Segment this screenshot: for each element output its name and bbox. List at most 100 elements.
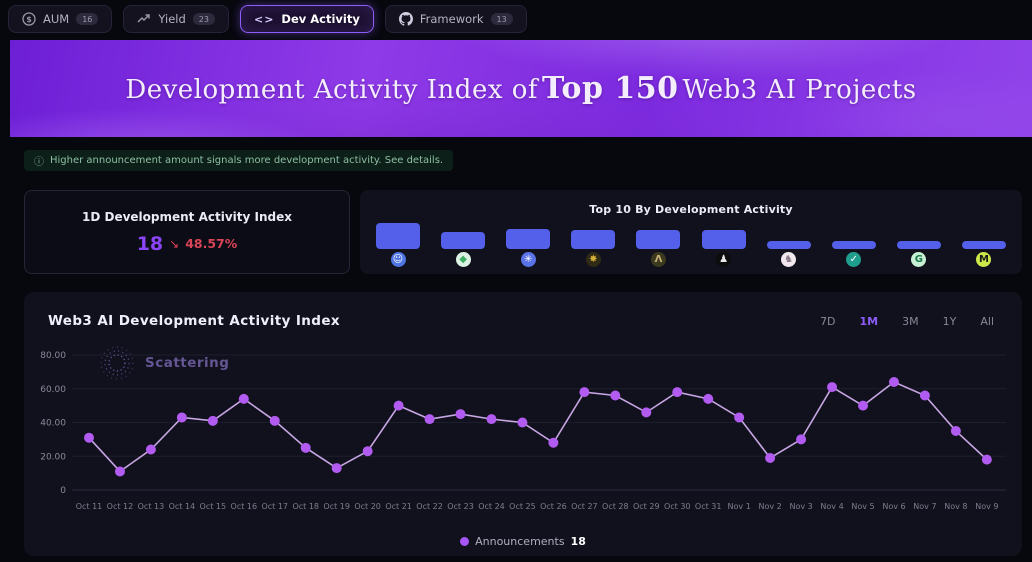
x-axis-label: Oct 15 — [200, 502, 227, 511]
data-point[interactable] — [920, 391, 930, 401]
data-point[interactable] — [84, 433, 94, 443]
x-axis-label: Oct 29 — [633, 502, 660, 511]
x-axis-label: Oct 31 — [695, 502, 722, 511]
x-axis-label: Oct 27 — [571, 502, 598, 511]
token-7-icon: ♞ — [781, 252, 796, 267]
tab-count-badge: 13 — [491, 13, 513, 25]
data-point[interactable] — [610, 391, 620, 401]
hero-banner: Development Activity Index ofTop 150Web3… — [10, 40, 1032, 137]
activity-bar — [571, 230, 615, 249]
tab-label: AUM — [43, 12, 69, 26]
data-point[interactable] — [363, 446, 373, 456]
x-axis-label: Oct 18 — [292, 502, 319, 511]
top10-title: Top 10 By Development Activity — [360, 203, 1022, 216]
x-axis-label: Oct 25 — [509, 502, 536, 511]
x-axis-label: Oct 19 — [323, 502, 350, 511]
y-axis-label: 60.00 — [40, 385, 66, 395]
data-point[interactable] — [548, 438, 558, 448]
data-point[interactable] — [951, 426, 961, 436]
x-axis-label: Oct 22 — [416, 502, 443, 511]
token-3-icon: ✳ — [521, 252, 536, 267]
data-point[interactable] — [208, 416, 218, 426]
token-4-icon: ✸ — [586, 252, 601, 267]
data-point[interactable] — [301, 443, 311, 453]
data-point[interactable] — [486, 414, 496, 424]
x-axis-label: Oct 30 — [664, 502, 691, 511]
dollar-coin-icon: $ — [22, 12, 36, 26]
data-point[interactable] — [889, 377, 899, 387]
data-point[interactable] — [641, 407, 651, 417]
activity-bar — [897, 241, 941, 249]
trend-up-icon — [137, 13, 151, 25]
top10-column-token-7[interactable]: ♞ — [767, 241, 811, 267]
announcements-line — [89, 382, 987, 471]
y-axis-label: 0 — [60, 486, 66, 496]
top10-column-token-10[interactable]: M — [962, 241, 1006, 267]
data-point[interactable] — [796, 434, 806, 444]
tab-framework[interactable]: Framework 13 — [385, 5, 527, 33]
data-point[interactable] — [703, 394, 713, 404]
data-point[interactable] — [982, 455, 992, 465]
data-point[interactable] — [517, 418, 527, 428]
activity-bar — [506, 229, 550, 249]
trend-down-arrow-icon: ↘ — [169, 237, 179, 251]
data-point[interactable] — [858, 401, 868, 411]
tab-label: Framework — [420, 12, 484, 26]
activity-bar — [441, 232, 485, 249]
token-1-icon: ☺ — [391, 252, 406, 267]
data-point[interactable] — [177, 412, 187, 422]
top10-column-token-8[interactable]: ✓ — [832, 241, 876, 267]
x-axis-label: Oct 12 — [107, 502, 134, 511]
data-point[interactable] — [146, 445, 156, 455]
daily-index-change: 48.57% — [185, 236, 237, 251]
data-point[interactable] — [765, 453, 775, 463]
legend-dot-icon — [460, 537, 469, 546]
top10-column-token-9[interactable]: G — [897, 241, 941, 267]
data-point[interactable] — [270, 416, 280, 426]
top10-column-token-4[interactable]: ✸ — [571, 230, 615, 267]
chart-legend[interactable]: Announcements 18 — [24, 535, 1022, 548]
x-axis-label: Oct 24 — [478, 502, 505, 511]
data-point[interactable] — [734, 412, 744, 422]
data-point[interactable] — [827, 382, 837, 392]
notice-pill[interactable]: ⓘ Higher announcement amount signals mor… — [24, 150, 453, 171]
page-title-prefix: Development Activity Index of — [125, 75, 538, 105]
token-8-icon: ✓ — [846, 252, 861, 267]
x-axis-label: Nov 4 — [820, 502, 843, 511]
activity-bar — [702, 230, 746, 249]
daily-index-value-row: 18 ↘ 48.57% — [137, 233, 238, 255]
data-point[interactable] — [332, 463, 342, 473]
daily-index-card: 1D Development Activity Index 18 ↘ 48.57… — [24, 190, 350, 274]
x-axis-label: Nov 5 — [851, 502, 874, 511]
data-point[interactable] — [239, 394, 249, 404]
data-point[interactable] — [579, 387, 589, 397]
tab-dev-activity[interactable]: <>Dev Activity — [240, 5, 374, 33]
data-point[interactable] — [394, 401, 404, 411]
activity-bar — [832, 241, 876, 249]
top10-column-token-6[interactable]: ♟ — [702, 230, 746, 267]
activity-bar — [376, 223, 420, 249]
y-axis-label: 40.00 — [40, 419, 66, 429]
data-point[interactable] — [425, 414, 435, 424]
top10-column-token-2[interactable]: ◆ — [441, 232, 485, 267]
tab-yield[interactable]: Yield23 — [123, 5, 229, 33]
data-point[interactable] — [456, 409, 466, 419]
activity-bar — [767, 241, 811, 249]
top-nav: $AUM16Yield23<>Dev ActivityFramework13 — [8, 5, 527, 33]
line-chart: 80.0060.0040.0020.000Oct 11Oct 12Oct 13O… — [24, 292, 1022, 532]
x-axis-label: Nov 2 — [758, 502, 781, 511]
svg-text:$: $ — [26, 15, 32, 24]
x-axis-label: Nov 1 — [728, 502, 751, 511]
x-axis-label: Nov 8 — [944, 502, 967, 511]
top10-card: Top 10 By Development Activity ☺ ◆ ✳ ✸ Λ ♟ ♞ ✓ G… — [360, 190, 1022, 274]
top10-column-token-1[interactable]: ☺ — [376, 223, 420, 267]
top10-column-token-3[interactable]: ✳ — [506, 229, 550, 267]
page-title: Development Activity Index ofTop 150Web3… — [125, 71, 916, 106]
data-point[interactable] — [672, 387, 682, 397]
legend-series-value: 18 — [571, 535, 586, 548]
data-point[interactable] — [115, 466, 125, 476]
activity-bar — [962, 241, 1006, 249]
tab-aum[interactable]: $AUM16 — [8, 5, 112, 33]
top10-column-token-5[interactable]: Λ — [636, 230, 680, 267]
x-axis-label: Oct 21 — [385, 502, 412, 511]
